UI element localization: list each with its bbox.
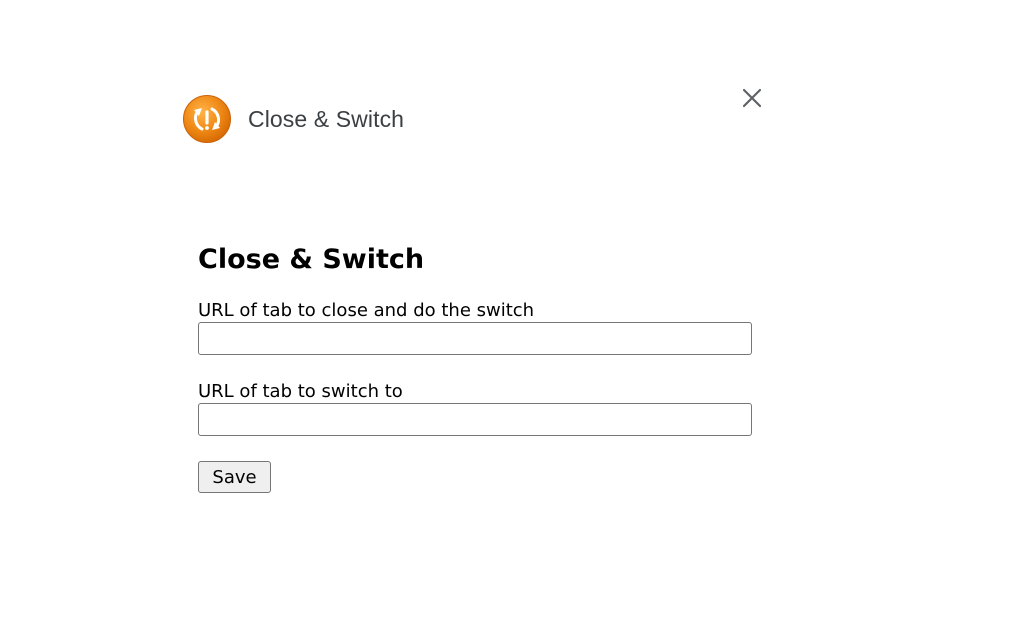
popup-header: Close & Switch [182,94,404,144]
close-url-label: URL of tab to close and do the switch [198,300,535,321]
options-form: Close & Switch URL of tab to close and d… [198,240,758,493]
header-title: Close & Switch [248,105,405,132]
switch-url-input[interactable] [198,403,752,436]
save-button[interactable]: Save [198,461,271,493]
orange-switch-logo-icon [183,95,231,143]
close-button[interactable] [738,84,766,112]
switch-url-label: URL of tab to switch to [198,381,403,402]
close-url-input[interactable] [198,322,752,355]
close-icon [742,88,762,108]
page-title: Close & Switch [198,244,425,275]
